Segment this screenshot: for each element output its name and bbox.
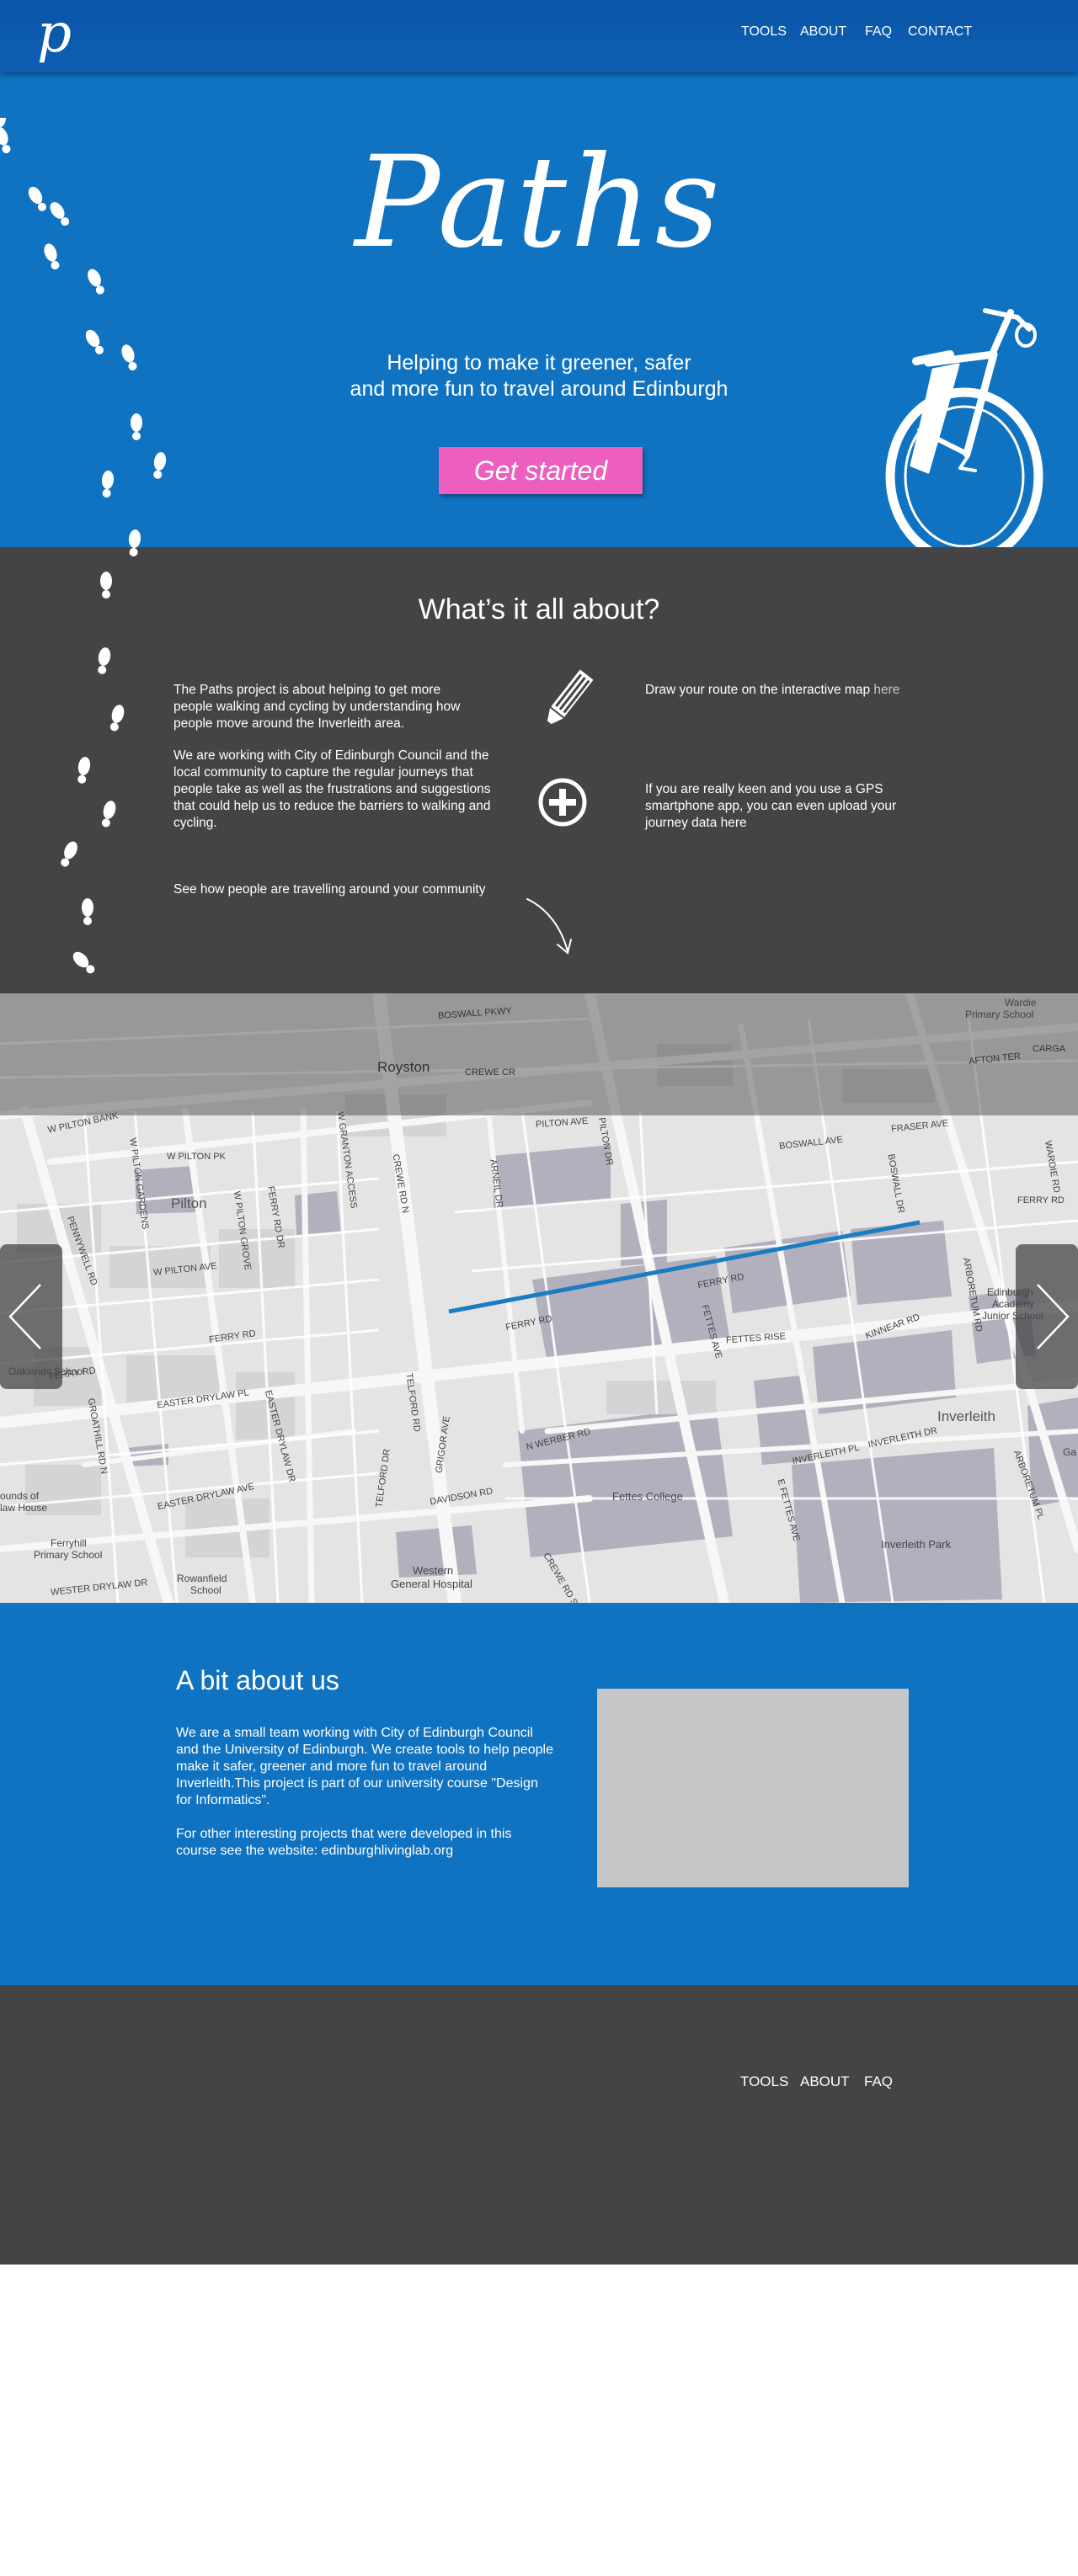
map-overlay bbox=[0, 993, 1078, 1115]
about-us-paragraph-1: We are a small team working with City of… bbox=[176, 1726, 553, 1807]
draw-route-text: Draw your route on the interactive map h… bbox=[645, 682, 948, 699]
nav-link-contact[interactable]: CONTACT bbox=[908, 24, 972, 40]
map-label-royston: Royston bbox=[377, 1059, 430, 1075]
get-started-button[interactable]: Get started bbox=[439, 447, 643, 494]
about-us-text: We are a small team working with City of… bbox=[176, 1725, 555, 1860]
map-street-carga: CARGA bbox=[1033, 1044, 1066, 1054]
arrow-down-icon bbox=[526, 898, 572, 955]
upload-journey-text: If you are really keen and you use a GPS… bbox=[645, 782, 897, 830]
draw-route-link[interactable]: here bbox=[873, 683, 899, 697]
map-street-crewe-cr: CREWE CR bbox=[465, 1067, 515, 1078]
map-label-pilton: Pilton bbox=[171, 1195, 207, 1211]
chevron-right-icon bbox=[1037, 1284, 1070, 1349]
about-section: What’s it all about? The Paths project i… bbox=[0, 547, 1078, 993]
about-us-section: A bit about us We are a small team worki… bbox=[0, 1603, 1078, 1985]
map-label-inverleith: Inverleith bbox=[937, 1408, 995, 1424]
about-us-image-placeholder bbox=[597, 1689, 909, 1887]
map-label-ferryhill-1: Ferryhill bbox=[51, 1537, 87, 1549]
map-label-fettes-college: Fettes College bbox=[612, 1490, 683, 1503]
chevron-left-icon bbox=[8, 1284, 41, 1349]
map-next-button[interactable] bbox=[1016, 1244, 1078, 1389]
map-label-ferryhill-2: Primary School bbox=[34, 1549, 103, 1561]
nav-links: TOOLS ABOUT FAQ CONTACT bbox=[0, 24, 1078, 41]
about-paragraph-2: We are working with City of Edinburgh Co… bbox=[173, 748, 491, 830]
map-street-w-pilton-pk: W PILTON PK bbox=[167, 1152, 226, 1162]
map-label-rowanfield-2: School bbox=[190, 1584, 221, 1596]
footer: TOOLS ABOUT FAQ bbox=[0, 1985, 1078, 2265]
pencil-icon bbox=[546, 669, 594, 726]
nav-link-tools[interactable]: TOOLS bbox=[741, 24, 787, 40]
nav-link-about[interactable]: ABOUT bbox=[800, 24, 846, 40]
map-label-grounds-2: law House bbox=[0, 1502, 48, 1514]
bicycle-icon bbox=[885, 308, 1043, 547]
about-us-title: A bit about us bbox=[176, 1665, 339, 1695]
route-map[interactable]: Pilton Royston Inverleith Inverleith Par… bbox=[0, 993, 1078, 1603]
footer-link-tools[interactable]: TOOLS bbox=[740, 2073, 788, 2090]
plus-circle-icon[interactable] bbox=[536, 776, 589, 828]
draw-route-label: Draw your route on the interactive map bbox=[645, 683, 874, 697]
map-label-inverleith-park: Inverleith Park bbox=[881, 1538, 952, 1551]
map-label-wardie-1: Wardie bbox=[1005, 997, 1037, 1009]
map-label-grounds-1: ounds of bbox=[0, 1490, 40, 1502]
about-title: What’s it all about? bbox=[418, 593, 660, 625]
about-us-paragraph-2: For other interesting projects that were… bbox=[176, 1827, 512, 1858]
hero-section: Paths Helping to make it greener, safer … bbox=[0, 72, 1078, 547]
top-navbar: p TOOLS ABOUT FAQ CONTACT bbox=[0, 0, 1078, 72]
map-prev-button[interactable] bbox=[0, 1244, 62, 1389]
footer-link-faq[interactable]: FAQ bbox=[864, 2073, 893, 2090]
nav-link-faq[interactable]: FAQ bbox=[865, 24, 892, 40]
map-label-rowanfield-1: Rowanfield bbox=[177, 1573, 227, 1584]
about-paragraph-1: The Paths project is about helping to ge… bbox=[173, 683, 461, 731]
map-label-hospital-1: Western bbox=[413, 1564, 454, 1577]
map-label-ga: Ga bbox=[1063, 1446, 1077, 1458]
about-paragraph-3: See how people are travelling around you… bbox=[173, 882, 486, 897]
map-street-ferry-rd-5: FERRY RD bbox=[1017, 1195, 1065, 1206]
map-label-hospital-2: General Hospital bbox=[391, 1578, 472, 1590]
map-label-wardie-2: Primary School bbox=[965, 1009, 1034, 1020]
footer-link-about[interactable]: ABOUT bbox=[800, 2073, 850, 2090]
